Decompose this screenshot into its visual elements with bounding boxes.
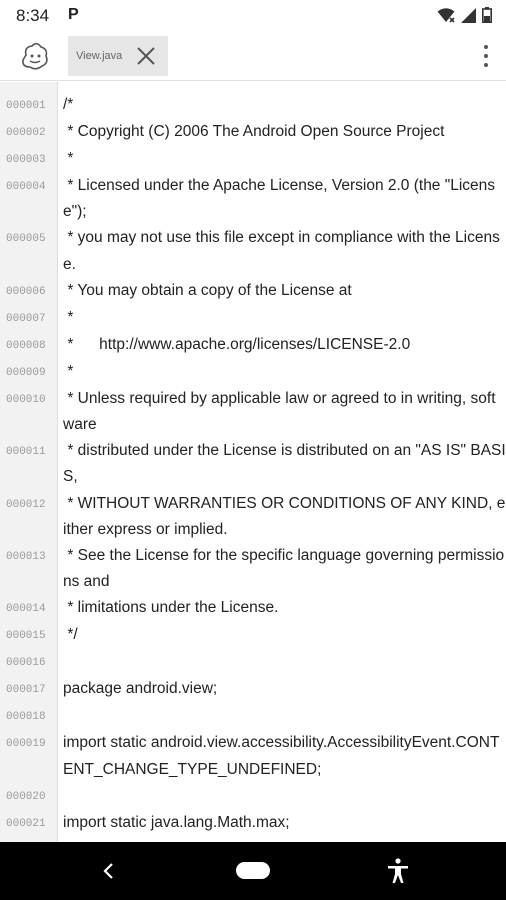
line-text: * limitations under the License. xyxy=(63,599,279,617)
line-number: 000005 xyxy=(6,233,46,246)
line-text: */ xyxy=(63,626,78,644)
parking-notification-icon: P xyxy=(68,6,79,23)
line-number: 000010 xyxy=(6,393,46,406)
line-text xyxy=(57,783,506,810)
wifi-icon xyxy=(437,8,455,23)
line-number: 000002 xyxy=(6,127,46,139)
code-lines: 000001 /* 000002 * Copyright (C) 2006 The … xyxy=(0,92,506,837)
code-line: 000004 * Licensed under the Apache Licen… xyxy=(0,173,506,225)
line-text: * distributed under the License is distr… xyxy=(63,442,506,486)
tab-view-java[interactable]: View.java xyxy=(68,36,168,76)
line-text: * WITHOUT WARRANTIES OR CONDITIONS OF AN… xyxy=(63,494,506,538)
code-line: 000014 * limitations under the License. xyxy=(0,595,506,622)
line-text: package android.view; xyxy=(63,680,218,698)
line-number: 000014 xyxy=(6,603,46,616)
line-number: 000008 xyxy=(6,339,46,352)
line-number: 000003 xyxy=(6,154,46,166)
line-text xyxy=(57,703,506,730)
line-text: * xyxy=(63,150,74,167)
line-number: 000011 xyxy=(6,446,46,459)
line-number: 000013 xyxy=(6,551,46,564)
code-editor[interactable]: 000001 /* 000002 * Copyright (C) 2006 The … xyxy=(0,82,506,842)
more-vert-icon[interactable] xyxy=(482,42,490,70)
close-icon[interactable] xyxy=(136,46,156,66)
line-number: 000017 xyxy=(6,684,46,697)
line-text xyxy=(57,649,506,676)
back-icon[interactable] xyxy=(100,862,118,880)
line-text: import static android.view.accessibility… xyxy=(63,734,500,778)
code-line: 000003 * xyxy=(0,146,506,173)
code-line: 000018 xyxy=(0,703,506,730)
app-logo-icon[interactable] xyxy=(18,41,50,71)
code-line: 000015 */ xyxy=(0,622,506,649)
code-line: 000021 import static java.lang.Math.max; xyxy=(0,810,506,837)
home-pill-icon[interactable] xyxy=(236,862,270,879)
tab-label: View.java xyxy=(76,50,123,62)
accessibility-icon[interactable] xyxy=(386,858,410,884)
line-number: 000016 xyxy=(6,657,46,670)
line-number: 000019 xyxy=(6,738,46,751)
battery-icon xyxy=(482,7,492,23)
line-text: * See the License for the specific langu… xyxy=(63,547,505,591)
line-number: 000021 xyxy=(6,817,46,830)
status-time: 8:34 xyxy=(16,6,50,25)
line-text: * Unless required by applicable law or a… xyxy=(63,389,496,434)
line-number: 000001 xyxy=(6,100,46,112)
line-number: 000015 xyxy=(6,630,46,643)
line-number: 000009 xyxy=(6,366,46,379)
line-text: * You may obtain a copy of the License a… xyxy=(63,281,352,299)
signal-icon xyxy=(461,7,476,23)
line-text: /* xyxy=(63,96,74,113)
line-text: * Licensed under the Apache License, Ver… xyxy=(63,177,496,221)
code-line: 000017 package android.view; xyxy=(0,676,506,703)
code-line: 000008 * http://www.apache.org/licenses/… xyxy=(0,332,506,359)
code-line: 000009 * xyxy=(0,359,506,386)
line-text: import static java.lang.Math.max; xyxy=(63,813,290,831)
toolbar: View.java xyxy=(0,32,506,81)
status-bar: 8:34 P xyxy=(0,0,506,32)
line-number: 000012 xyxy=(6,498,46,511)
code-line: 000016 xyxy=(0,649,506,676)
code-line: 000010 * Unless required by applicable l… xyxy=(0,386,506,438)
line-text: * Copyright (C) 2006 The Android Open So… xyxy=(63,123,445,140)
code-line: 000005 * you may not use this file excep… xyxy=(0,225,506,277)
line-text: * http://www.apache.org/licenses/LICENSE… xyxy=(63,335,411,353)
line-text: * xyxy=(63,362,74,380)
code-line: 000002 * Copyright (C) 2006 The Android … xyxy=(0,119,506,146)
line-number: 000004 xyxy=(6,181,46,193)
code-line: 000007 * xyxy=(0,305,506,332)
code-line: 000013 * See the License for the specifi… xyxy=(0,543,506,595)
line-text: * xyxy=(63,308,74,326)
line-number: 000007 xyxy=(6,312,46,325)
code-line: 000011 * distributed under the License i… xyxy=(0,438,506,490)
code-line: 000012 * WITHOUT WARRANTIES OR CONDITION… xyxy=(0,491,506,543)
code-line: 000019 import static android.view.accessi… xyxy=(0,730,506,782)
line-text: * you may not use this file except in co… xyxy=(63,229,500,273)
code-line: 000020 xyxy=(0,783,506,810)
code-line: 000006 * You may obtain a copy of the Li… xyxy=(0,278,506,305)
code-line: 000001 /* xyxy=(0,92,506,119)
status-icons xyxy=(437,7,492,23)
navigation-bar xyxy=(0,842,506,900)
line-number: 000006 xyxy=(6,285,46,298)
line-number: 000020 xyxy=(6,790,46,803)
line-number: 000018 xyxy=(6,711,46,724)
